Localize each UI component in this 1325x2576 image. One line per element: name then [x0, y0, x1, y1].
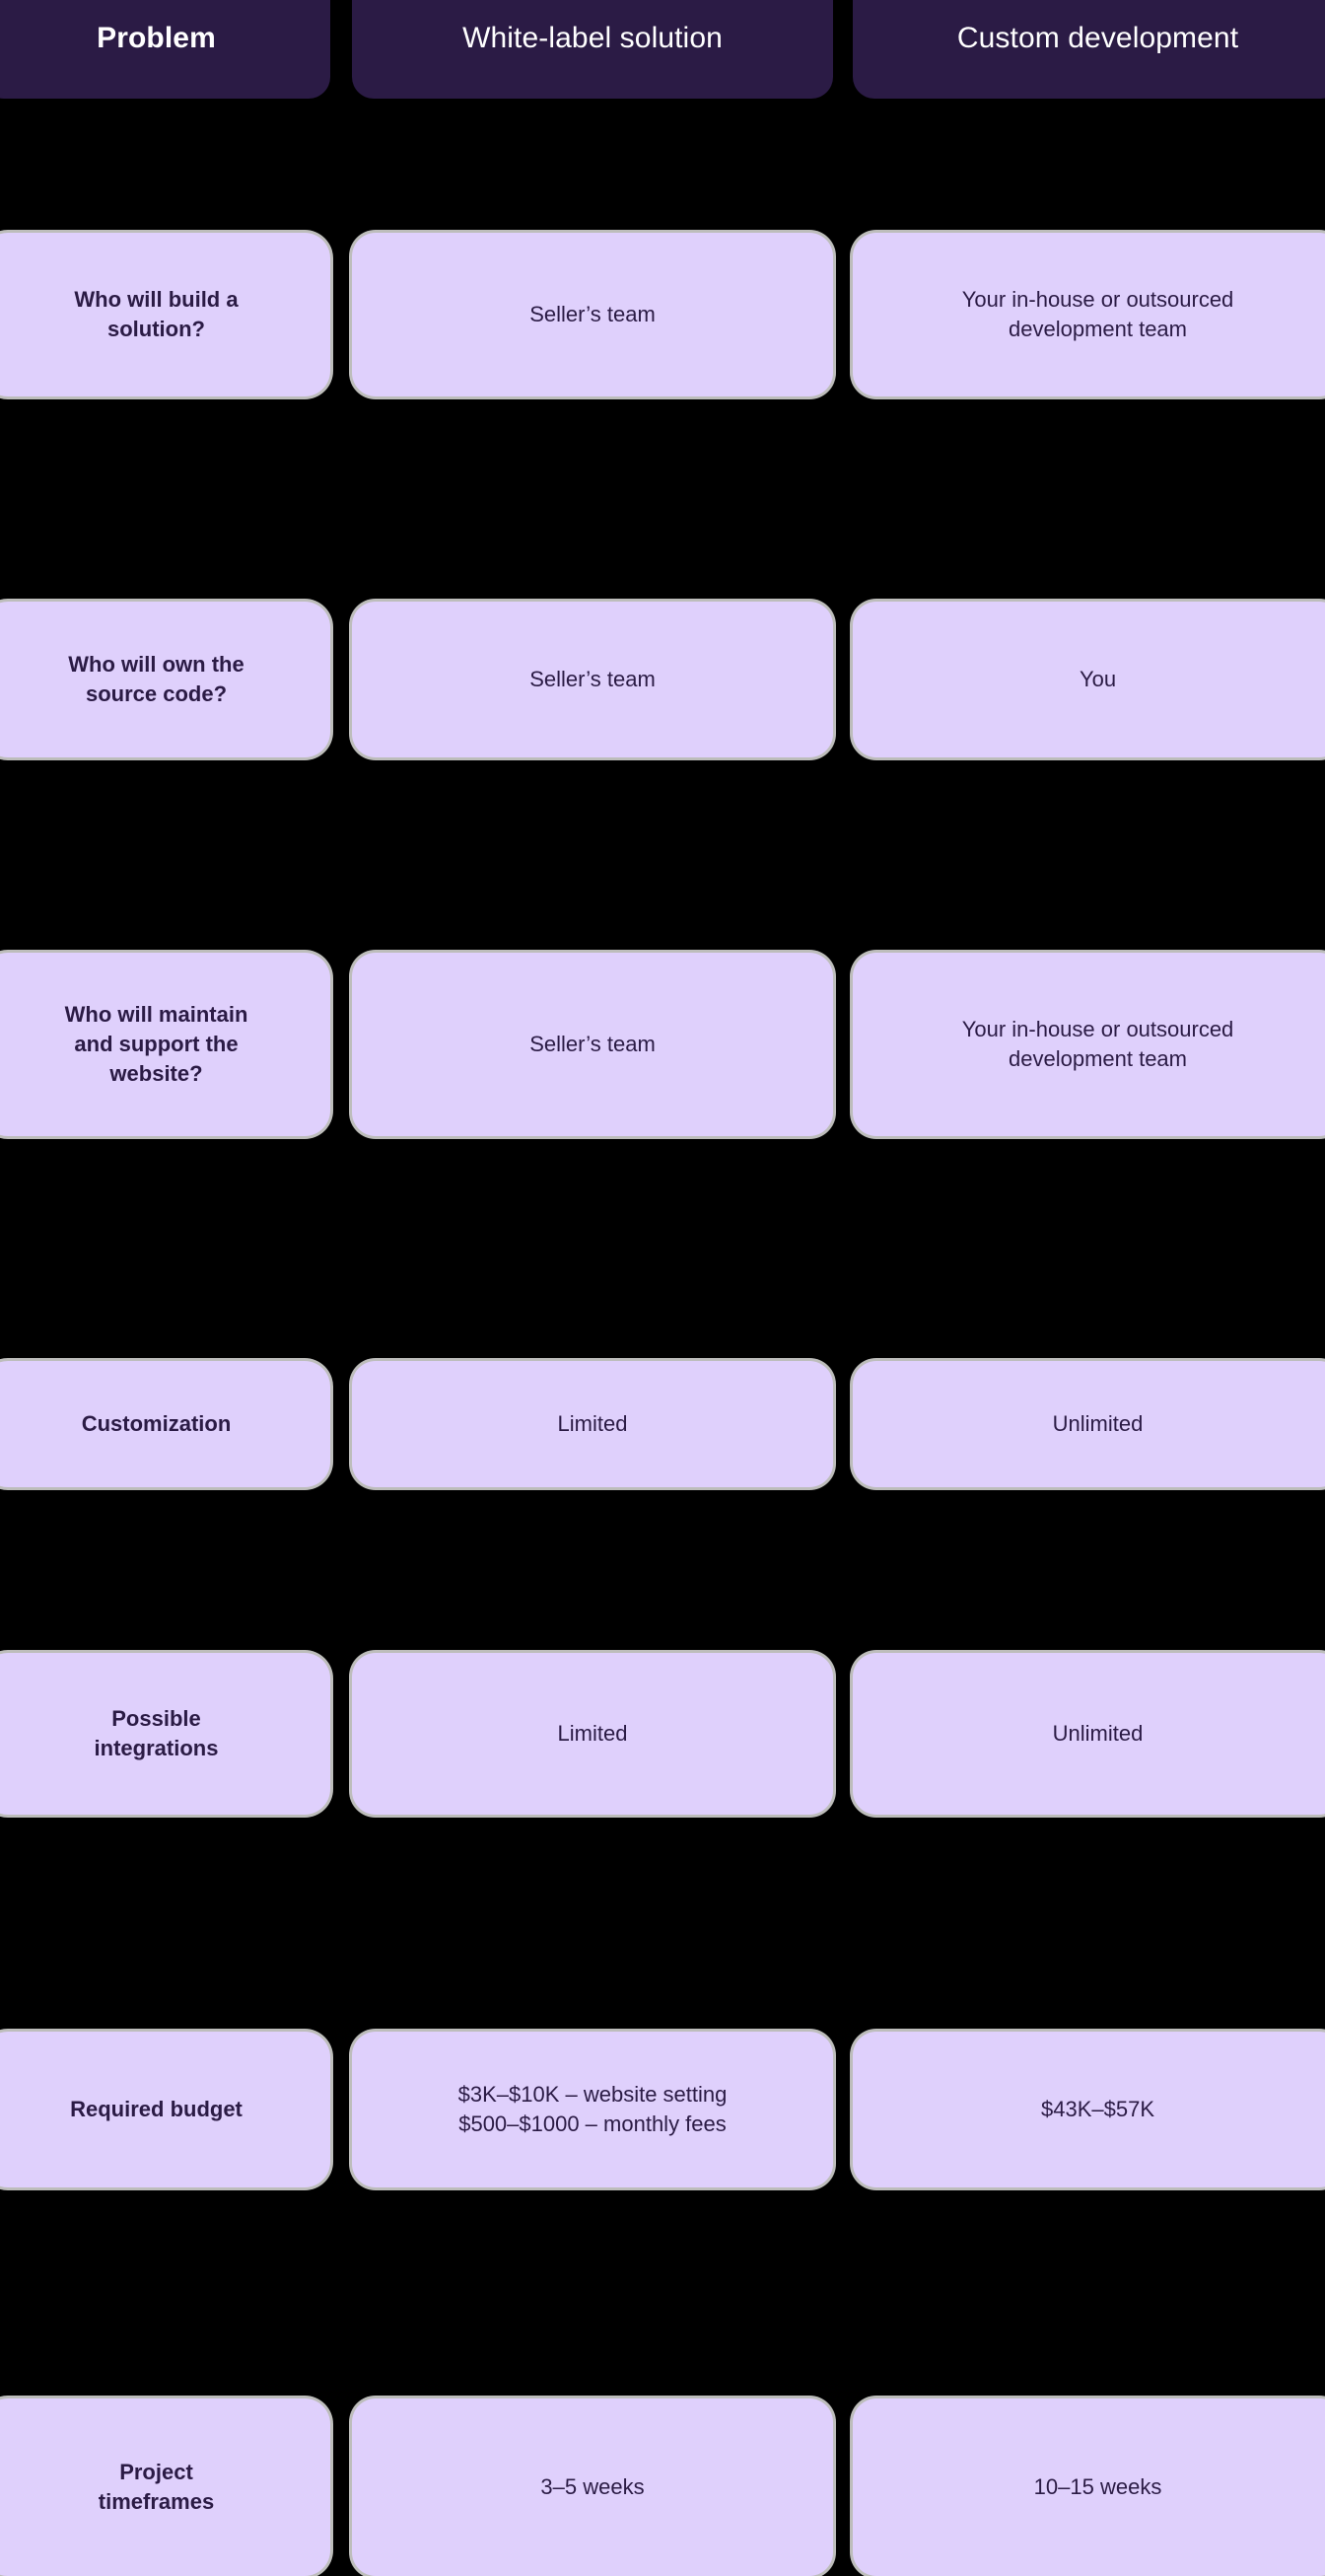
cell-problem: Required budget	[0, 2032, 330, 2187]
cell-text-problem: Required budget	[70, 2097, 243, 2122]
cell-custom: $43K–$57K	[853, 2032, 1325, 2187]
cell-custom: Unlimited	[853, 1361, 1325, 1487]
header-label-problem: Problem	[97, 22, 216, 54]
cell-white-label: $3K–$10K – website setting $500–$1000 – …	[352, 2032, 833, 2187]
cell-text-problem: Project timeframes	[98, 2460, 215, 2514]
table-row: Required budget $3K–$10K – website setti…	[0, 1016, 1325, 2187]
cell-problem: Customization	[0, 1361, 330, 1487]
header-cell-white-label: White-label solution	[352, 0, 833, 99]
cell-text-custom: Unlimited	[1052, 1411, 1144, 1437]
cell-text-problem: Possible integrations	[94, 1706, 219, 1760]
table-row: Customization Limited Unlimited	[0, 680, 1325, 1487]
table-row: Project timeframes 3–5 weeks 10–15 weeks	[0, 1199, 1325, 2576]
header-cell-problem: Problem	[0, 0, 330, 99]
header-cell-custom: Custom development	[853, 0, 1325, 99]
cell-text-white-label: Limited	[557, 1411, 628, 1437]
cell-text-custom: Unlimited	[1052, 1721, 1144, 1747]
cell-text-white-label: Limited	[557, 1721, 628, 1747]
table-row: Who will own the source code? Seller’s t…	[0, 301, 1325, 757]
header-label-custom: Custom development	[956, 22, 1239, 54]
cell-white-label: Limited	[352, 1361, 833, 1487]
cell-text-problem: Customization	[81, 1411, 232, 1437]
cell-white-label: 3–5 weeks	[352, 2398, 833, 2576]
cell-text-custom: $43K–$57K	[1041, 2097, 1154, 2122]
cell-text-custom: 10–15 weeks	[1033, 2474, 1162, 2500]
table-header-row: Problem White-label solution Custom deve…	[0, 0, 1325, 99]
table-row: Possible integrations Limited Unlimited	[0, 826, 1325, 1815]
cell-white-label: Limited	[352, 1653, 833, 1815]
comparison-table: Problem White-label solution Custom deve…	[0, 0, 1325, 2576]
table-row: Who will build a solution? Seller’s team…	[0, 116, 1325, 396]
cell-text-white-label: $3K–$10K – website setting $500–$1000 – …	[457, 2082, 728, 2136]
cell-problem: Possible integrations	[0, 1653, 330, 1815]
cell-text-white-label: 3–5 weeks	[540, 2474, 645, 2500]
cell-problem: Project timeframes	[0, 2398, 330, 2576]
table-row: Who will maintain and support the websit…	[0, 476, 1325, 1136]
header-label-white-label: White-label solution	[462, 22, 723, 54]
cell-custom: 10–15 weeks	[853, 2398, 1325, 2576]
cell-custom: Unlimited	[853, 1653, 1325, 1815]
